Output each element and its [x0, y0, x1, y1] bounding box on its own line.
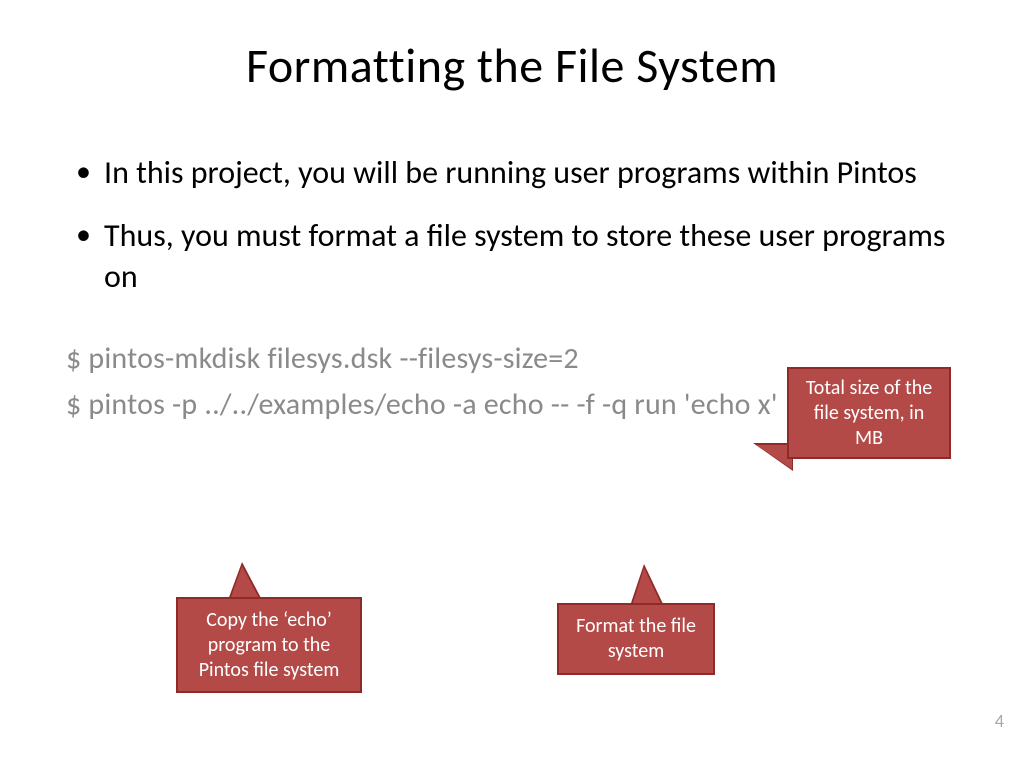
- bullet-item: In this project, you will be running use…: [72, 153, 964, 194]
- callout-text: Total size of the file system, in MB: [799, 376, 939, 451]
- callout-tail: [632, 568, 662, 606]
- callout-copy-echo: Copy the ‘echo’ program to the Pintos fi…: [176, 597, 362, 693]
- page-number: 4: [995, 710, 1004, 732]
- bullet-item: Thus, you must format a file system to s…: [72, 216, 964, 298]
- callout-format-fs: Format the file system: [557, 603, 715, 675]
- callout-total-size: Total size of the file system, in MB: [787, 367, 951, 459]
- slide-title: Formatting the File System: [0, 0, 1024, 95]
- bullet-list: In this project, you will be running use…: [72, 153, 964, 298]
- callout-tail: [230, 566, 260, 600]
- callout-text: Format the file system: [569, 614, 703, 664]
- callout-text: Copy the ‘echo’ program to the Pintos fi…: [188, 608, 350, 683]
